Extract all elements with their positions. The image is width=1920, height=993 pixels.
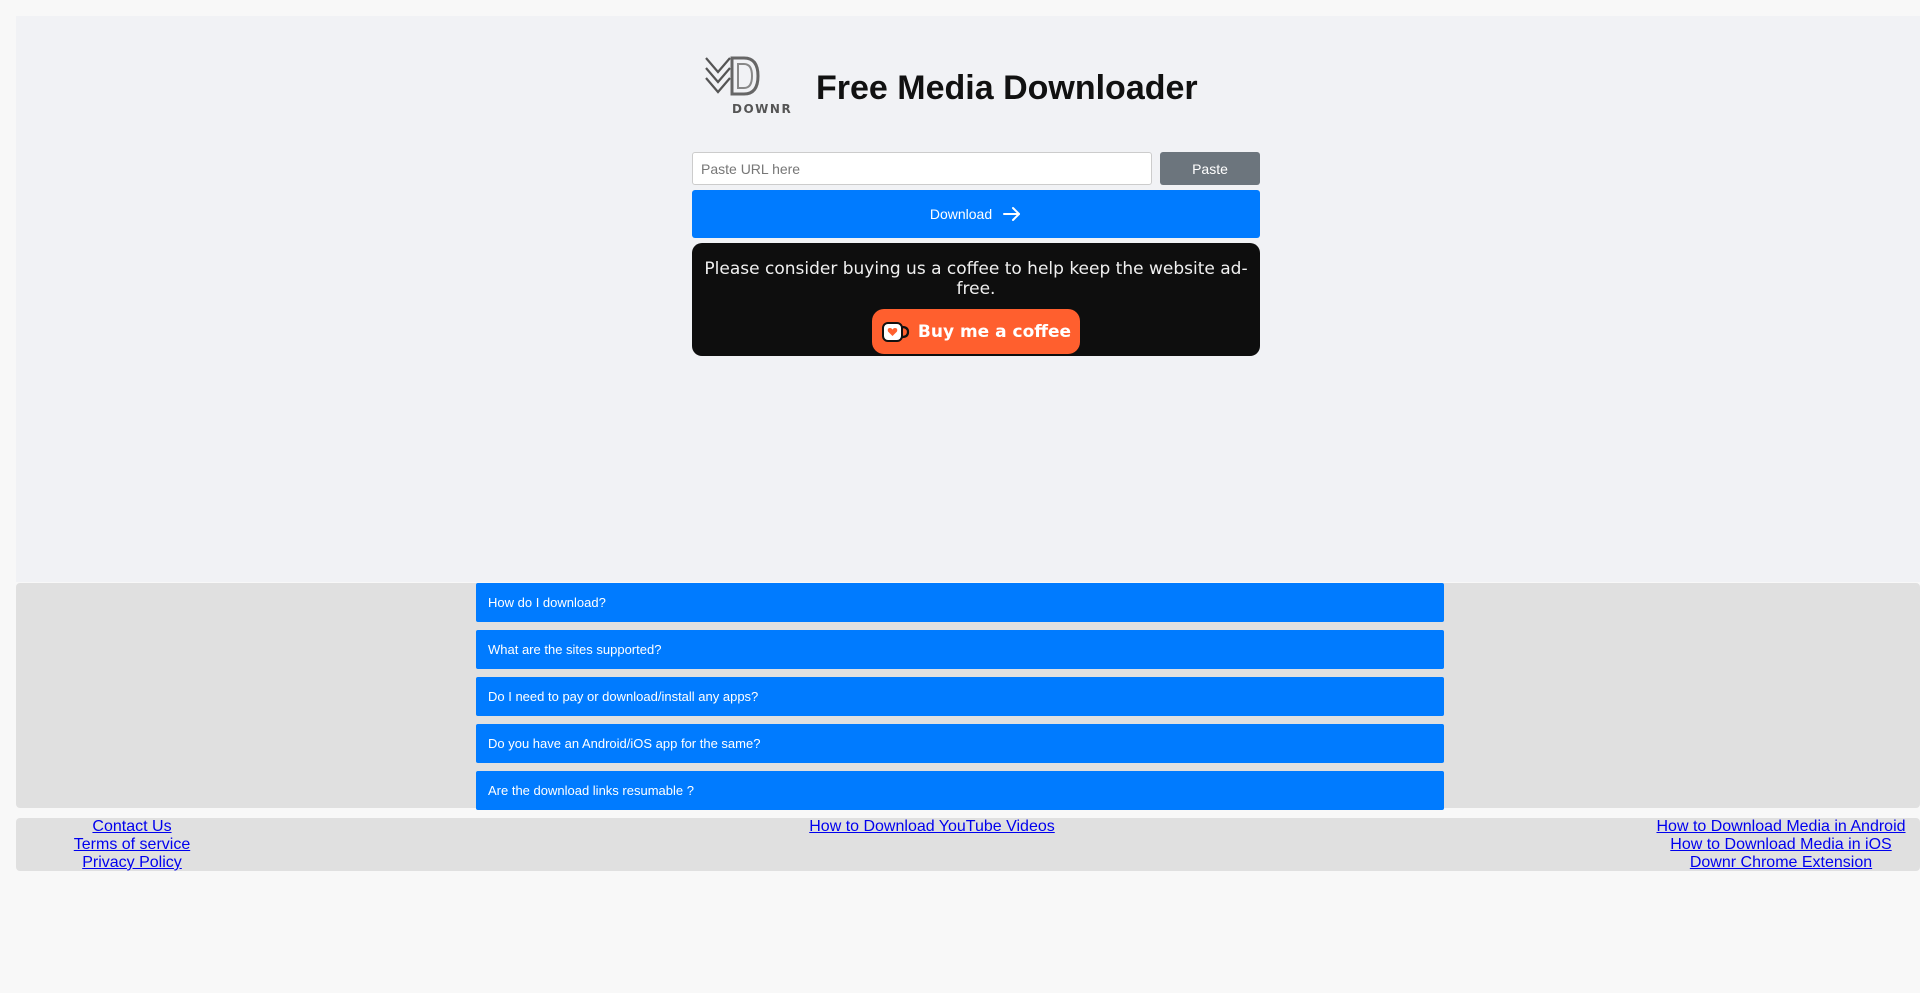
faq-item-pay-or-install[interactable]: Do I need to pay or download/install any…: [476, 677, 1444, 716]
footer-middle-links: How to Download YouTube Videos: [716, 818, 1148, 836]
downr-logo[interactable]: DOWNR: [704, 56, 791, 120]
faq-item-sites-supported[interactable]: What are the sites supported?: [476, 630, 1444, 669]
coffee-banner: Please consider buying us a coffee to he…: [692, 243, 1260, 356]
faq-item-mobile-app[interactable]: Do you have an Android/iOS app for the s…: [476, 724, 1444, 763]
url-row: Paste: [692, 152, 1260, 185]
download-button-label: Download: [929, 206, 993, 222]
youtube-guide-link[interactable]: How to Download YouTube Videos: [716, 818, 1148, 836]
download-button[interactable]: Download: [692, 190, 1260, 238]
logo-mark-icon: [705, 56, 760, 96]
coffee-message: Please consider buying us a coffee to he…: [704, 259, 1248, 299]
privacy-policy-link[interactable]: Privacy Policy: [16, 854, 248, 872]
faq-item-resumable-links[interactable]: Are the download links resumable ?: [476, 771, 1444, 810]
chrome-extension-link[interactable]: Downr Chrome Extension: [1616, 854, 1920, 872]
arrow-right-icon: [1003, 207, 1021, 221]
footer: Contact Us Terms of service Privacy Poli…: [16, 818, 1920, 871]
faq-item-how-to-download[interactable]: How do I download?: [476, 583, 1444, 622]
paste-button[interactable]: Paste: [1160, 152, 1260, 185]
ios-guide-link[interactable]: How to Download Media in iOS: [1616, 836, 1920, 854]
url-input[interactable]: [692, 152, 1152, 185]
header: DOWNR Free Media Downloader: [704, 56, 1198, 120]
android-guide-link[interactable]: How to Download Media in Android: [1616, 818, 1920, 836]
footer-right-links: How to Download Media in Android How to …: [1616, 818, 1920, 872]
buy-me-a-coffee-button[interactable]: Buy me a coffee: [871, 309, 1081, 354]
footer-left-links: Contact Us Terms of service Privacy Poli…: [16, 818, 248, 872]
logo-text: DOWNR: [732, 102, 793, 116]
coffee-button-label: Buy me a coffee: [917, 321, 1072, 342]
contact-us-link[interactable]: Contact Us: [16, 818, 248, 836]
coffee-cup-icon: [881, 321, 909, 342]
page-title: Free Media Downloader: [816, 68, 1198, 107]
terms-of-service-link[interactable]: Terms of service: [16, 836, 248, 854]
